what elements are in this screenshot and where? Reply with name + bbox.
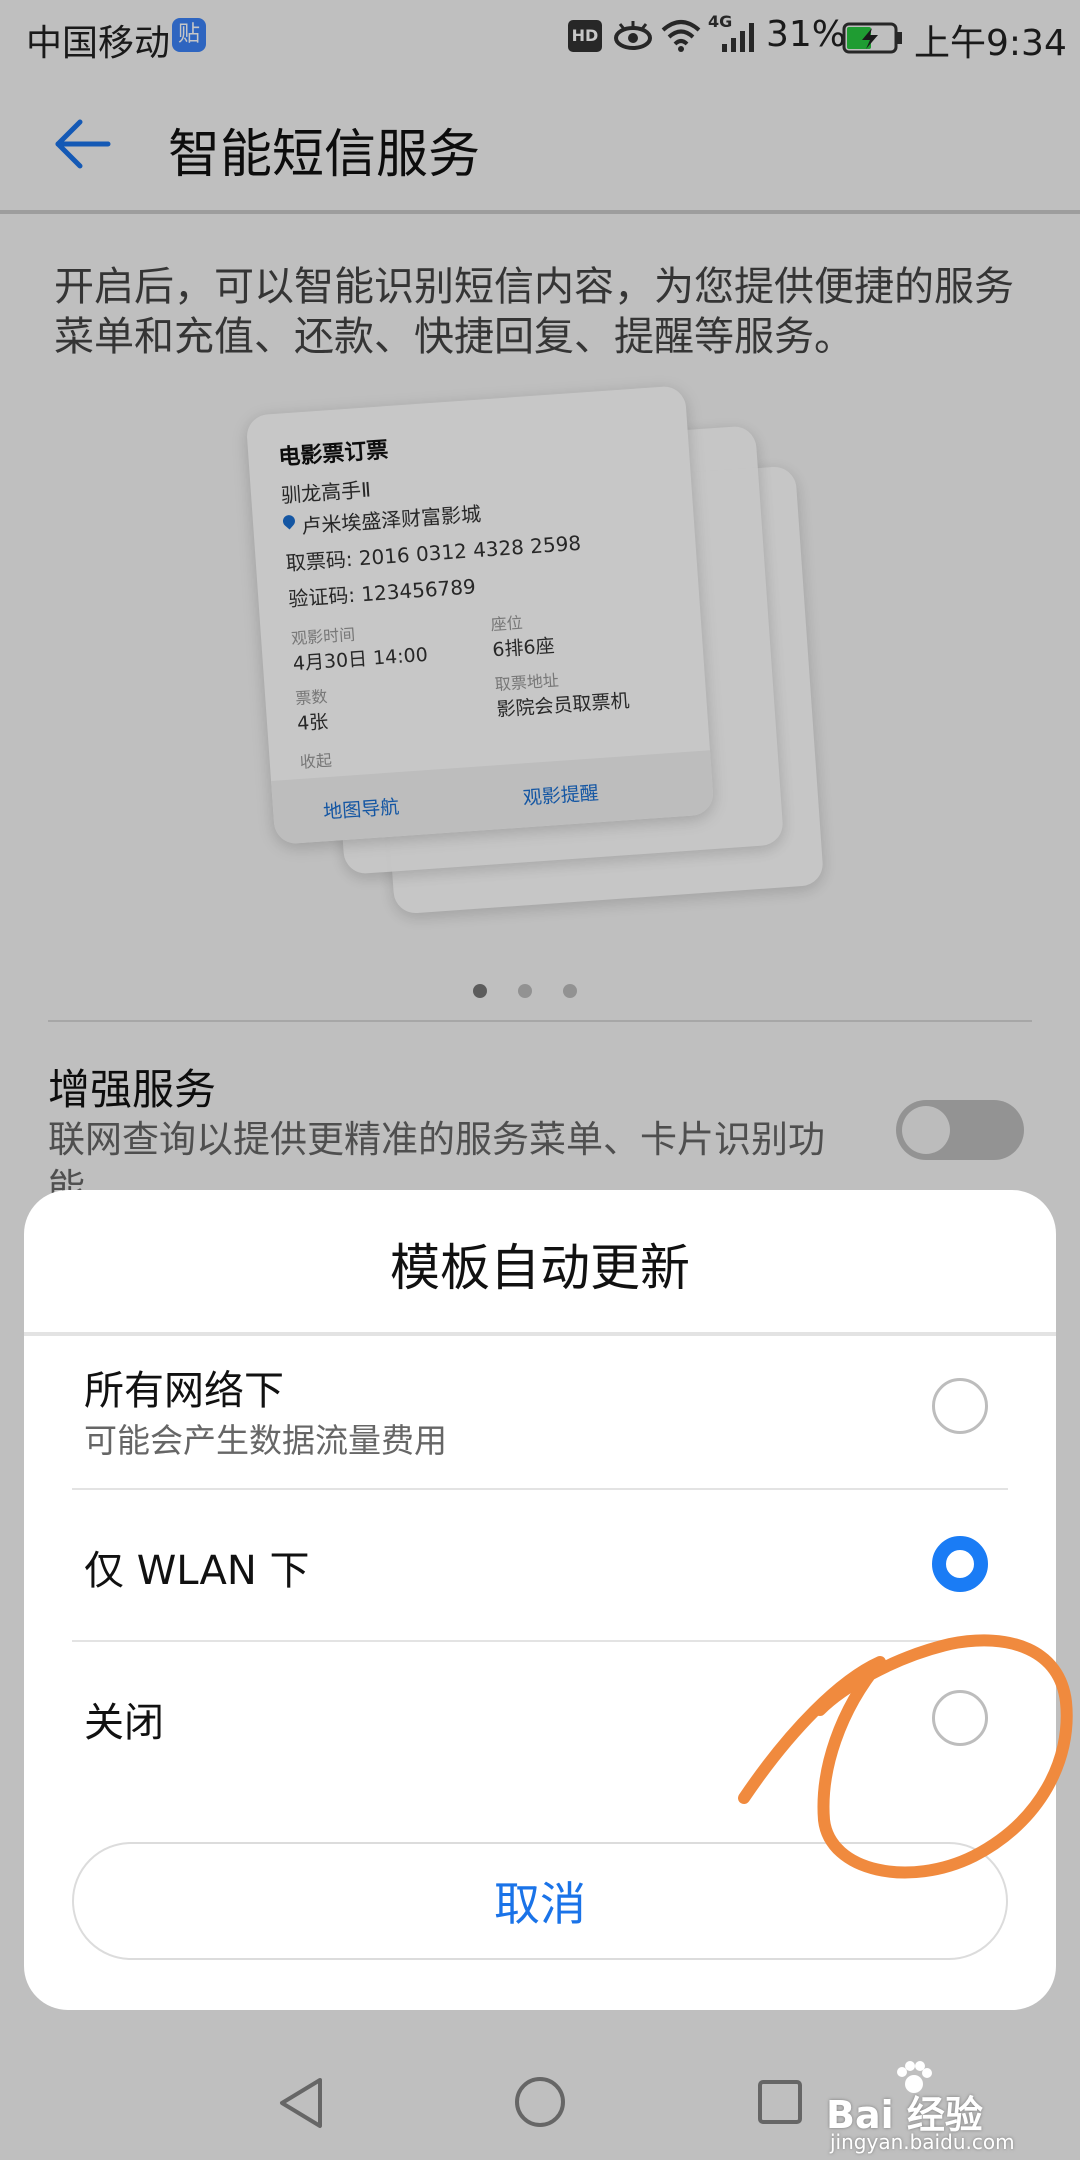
option-all-networks[interactable]: 所有网络下 可能会产生数据流量费用: [24, 1340, 1056, 1490]
watermark-url: jingyan.baidu.com: [830, 2130, 1015, 2154]
option-label: 所有网络下: [84, 1368, 284, 1414]
option-label: 关闭: [84, 1700, 164, 1746]
baidu-jingyan-watermark: Bai 经验 jingyan.baidu.com: [826, 2060, 1056, 2154]
annotation-circle-stroke: [738, 1634, 1073, 1879]
option-label: 仅 WLAN 下: [84, 1548, 310, 1594]
nav-recents-icon[interactable]: [756, 2078, 804, 2126]
nav-home-icon[interactable]: [512, 2074, 568, 2130]
dialog-title: 模板自动更新: [390, 1239, 690, 1297]
radio-button-selected[interactable]: [932, 1536, 988, 1592]
radio-button[interactable]: [932, 1378, 988, 1434]
option-sublabel: 可能会产生数据流量费用: [84, 1421, 447, 1460]
nav-back-icon[interactable]: [276, 2076, 326, 2130]
dialog-title-divider: [24, 1332, 1056, 1336]
system-nav-bar: Bai 经验 jingyan.baidu.com: [0, 2040, 1080, 2160]
